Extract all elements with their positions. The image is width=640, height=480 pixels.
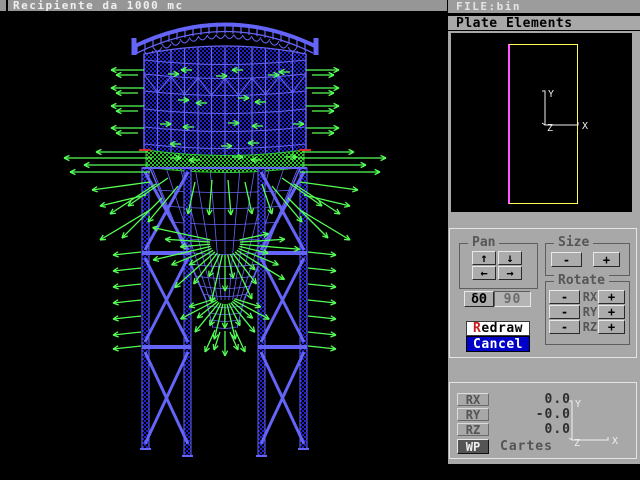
coordinate-mode-label: Cartes xyxy=(500,439,553,454)
rx-label-tile: RX xyxy=(457,393,489,406)
rotate-group: Rotate - RX + - RY + - RZ + xyxy=(545,281,630,345)
arrow-down-icon: ↓ xyxy=(506,251,513,265)
pan-down-button[interactable]: ↓ xyxy=(498,251,522,265)
status-panel: RX 0.0 RY -0.0 RZ 0.0 WP Cartes Y Z X xyxy=(449,382,637,459)
delta-theta-button[interactable]: δΘ xyxy=(464,291,494,307)
pan-up-button[interactable]: ↑ xyxy=(472,251,496,265)
rotate-group-label: Rotate xyxy=(554,274,609,288)
size-minus-button[interactable]: - xyxy=(551,252,582,267)
rotate-ry-plus-button[interactable]: + xyxy=(598,305,625,319)
tower-wireframe-viewport xyxy=(0,0,450,480)
arrow-right-icon: → xyxy=(506,266,513,280)
file-bar: FILE:bin xyxy=(448,0,640,13)
preview-axis-z-label: Z xyxy=(547,123,553,134)
wp-button[interactable]: WP xyxy=(457,439,489,454)
cancel-button[interactable]: Cancel xyxy=(466,336,530,352)
title-bar: Recipiente da 1000 mc xyxy=(0,0,447,11)
size-group-label: Size xyxy=(554,236,593,250)
status-axis-y-label: Y xyxy=(575,399,581,410)
rotate-rz-minus-button[interactable]: - xyxy=(549,320,580,334)
application-screen: Recipiente da 1000 mc FILE:bin Plate Ele… xyxy=(0,0,640,480)
arrow-up-icon: ↑ xyxy=(480,251,487,265)
rz-label-tile: RZ xyxy=(457,423,489,436)
pan-right-button[interactable]: → xyxy=(498,266,522,280)
redraw-rest: edraw xyxy=(481,321,523,336)
rotate-rx-plus-button[interactable]: + xyxy=(598,290,625,304)
rotate-rx-minus-button[interactable]: - xyxy=(549,290,580,304)
view-controls-panel: Pan ↑ ↓ ← → Size - + δΘ 90 Rotate - RX +… xyxy=(449,228,637,358)
side-panel: FILE:bin Plate Elements Y Z X Pan ↑ ↓ ← xyxy=(448,0,640,464)
rotate-rx-label: RX xyxy=(582,290,598,304)
delta-theta-value-field[interactable]: 90 xyxy=(494,291,531,307)
status-axis-z-label: Z xyxy=(574,438,580,449)
rotate-ry-label: RY xyxy=(582,305,598,319)
element-type-bar: Plate Elements xyxy=(448,16,640,31)
rotate-ry-minus-button[interactable]: - xyxy=(549,305,580,319)
pan-group-label: Pan xyxy=(468,236,499,250)
preview-axis-y-label: Y xyxy=(548,89,554,100)
redraw-initial: R xyxy=(473,321,481,336)
pan-group: Pan ↑ ↓ ← → xyxy=(459,243,538,289)
title-bar-stub xyxy=(0,0,8,11)
window-title: Recipiente da 1000 mc xyxy=(13,0,184,11)
plate-preview-window: Y Z X xyxy=(451,33,632,212)
redraw-button[interactable]: Redraw xyxy=(466,321,530,336)
rotate-rz-label: RZ xyxy=(582,320,598,334)
status-axis-triad: Y Z X xyxy=(560,393,635,453)
ry-label-tile: RY xyxy=(457,408,489,421)
rotate-rz-plus-button[interactable]: + xyxy=(598,320,625,334)
arrow-left-icon: ← xyxy=(480,266,487,280)
status-axis-x-label: X xyxy=(612,436,618,447)
preview-axis-x-label: X xyxy=(582,121,588,132)
size-plus-button[interactable]: + xyxy=(593,252,620,267)
pan-left-button[interactable]: ← xyxy=(472,266,496,280)
size-group: Size - + xyxy=(545,243,630,276)
preview-axis-triad: Y Z X xyxy=(531,83,626,168)
